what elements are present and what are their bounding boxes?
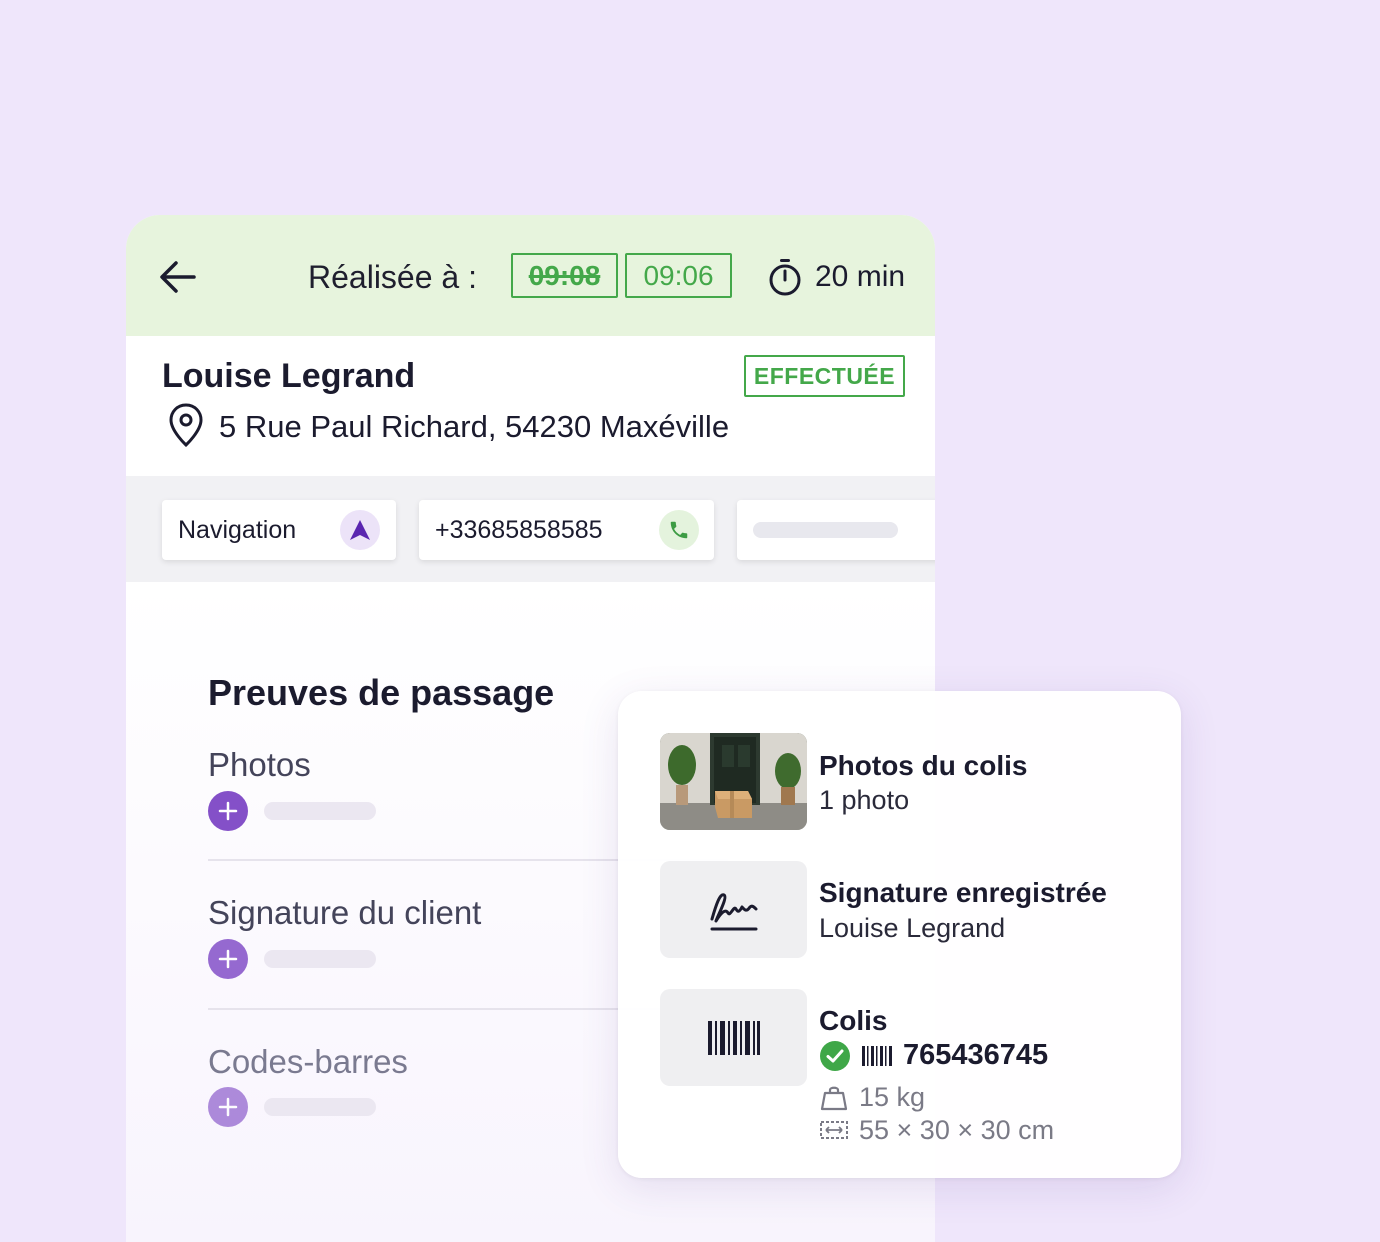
photos-summary-title: Photos du colis <box>819 750 1028 781</box>
phone-number: +33685858585 <box>435 516 603 544</box>
plus-icon <box>218 1097 238 1117</box>
call-button[interactable]: +33685858585 <box>419 500 714 560</box>
planned-time-badge: 09:08 <box>511 253 618 298</box>
location-pin-icon <box>169 403 203 448</box>
navigation-button[interactable]: Navigation <box>162 500 396 560</box>
duration-value: 20 min <box>815 260 906 293</box>
proof-summary-card: Photos du colis 1 photo Signature enregi… <box>618 691 1181 1178</box>
barcode-thumbnail[interactable] <box>660 989 807 1086</box>
back-button[interactable] <box>156 255 200 299</box>
proof-label-photos: Photos <box>208 746 311 783</box>
arrow-left-icon <box>160 261 196 293</box>
address-text[interactable]: 5 Rue Paul Richard, 54230 Maxéville <box>219 406 729 448</box>
navigation-arrow-icon <box>350 520 370 540</box>
customer-name: Louise Legrand <box>162 357 416 395</box>
weight-value: 15 kg <box>859 1082 926 1112</box>
barcode-number: 765436745 <box>903 1039 1049 1071</box>
signature-thumbnail[interactable] <box>660 861 807 958</box>
completed-at-label: Réalisée à : <box>308 259 477 295</box>
signature-summary-name: Louise Legrand <box>819 913 1006 943</box>
add-signature-button[interactable] <box>208 939 248 979</box>
weight-row: 15 kg <box>819 1080 925 1114</box>
parcel-photo-thumbnail[interactable] <box>660 733 807 830</box>
check-circle-icon <box>820 1040 850 1071</box>
dimensions-icon <box>820 1121 848 1139</box>
proof-label-signature: Signature du client <box>208 894 482 931</box>
quick-actions-bar: Navigation +33685858585 <box>126 476 935 582</box>
phone-icon-wrap <box>659 510 699 550</box>
loading-placeholder <box>264 1098 376 1116</box>
proofs-section-title: Preuves de passage <box>208 672 555 713</box>
phone-icon <box>670 521 688 539</box>
plus-icon <box>218 949 238 969</box>
actual-time-badge[interactable]: 09:06 <box>625 253 732 298</box>
add-barcode-button[interactable] <box>208 1087 248 1127</box>
barcode-small-icon <box>862 1045 892 1066</box>
parcel-summary-title: Colis <box>819 1005 888 1036</box>
navigation-label: Navigation <box>178 516 297 544</box>
loading-placeholder <box>264 802 376 820</box>
dimensions-value: 55 × 30 × 30 cm <box>859 1115 1055 1145</box>
header-bar: Réalisée à : 09:08 09:06 20 min <box>126 215 935 336</box>
more-action-button[interactable] <box>737 500 935 560</box>
status-badge: EFFECTUÉE <box>744 355 905 397</box>
plus-icon <box>218 801 238 821</box>
signature-icon <box>710 892 757 930</box>
signature-summary-title: Signature enregistrée <box>819 877 1107 908</box>
weight-icon <box>820 1086 848 1111</box>
proof-label-barcodes: Codes-barres <box>208 1043 408 1080</box>
loading-placeholder <box>753 522 898 538</box>
stopwatch-icon <box>769 259 801 296</box>
loading-placeholder <box>264 950 376 968</box>
photos-summary-count: 1 photo <box>819 785 910 815</box>
dimensions-row: 55 × 30 × 30 cm <box>819 1113 1054 1147</box>
barcode-row: 765436745 <box>819 1039 1048 1072</box>
parcel-photo-image <box>660 733 807 830</box>
add-photo-button[interactable] <box>208 791 248 831</box>
stop-info: Louise Legrand EFFECTUÉE 5 Rue Paul Rich… <box>126 336 935 476</box>
barcode-icon <box>707 1020 760 1055</box>
navigation-icon-wrap <box>340 510 380 550</box>
